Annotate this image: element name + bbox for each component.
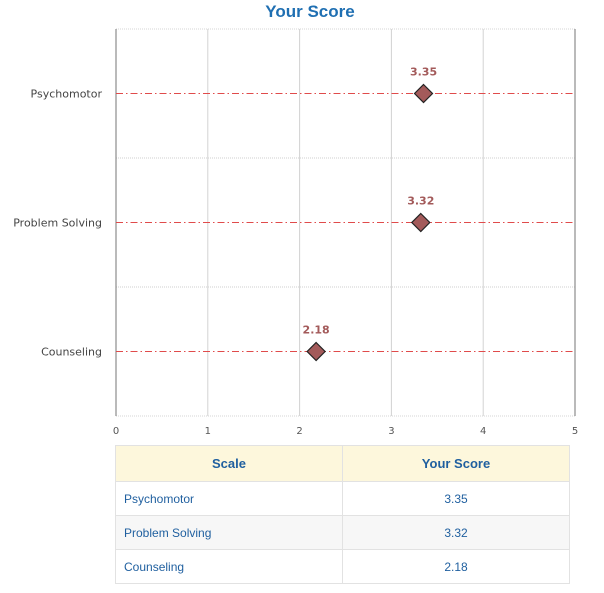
header-scale: Scale <box>115 445 343 482</box>
table-row: Counseling 2.18 <box>115 549 570 584</box>
scale-cell: Psychomotor <box>115 481 343 516</box>
header-your-score: Your Score <box>342 445 570 482</box>
data-label: 3.32 <box>407 195 434 208</box>
table-row: Psychomotor 3.35 <box>115 481 570 516</box>
score-cell: 3.32 <box>342 515 570 550</box>
chart-plot: 0 1 2 3 4 5 Psychomotor 3.35 Problem Solving 3.32… <box>13 28 578 437</box>
x-tick-label: 2 <box>296 426 302 437</box>
x-tick-label: 1 <box>205 426 211 437</box>
y-category-label: Counseling <box>41 346 102 359</box>
x-tick-label: 5 <box>572 426 578 437</box>
scale-cell: Counseling <box>115 549 343 584</box>
table-header-row: Scale Your Score <box>115 445 570 482</box>
y-category-label: Problem Solving <box>13 217 102 230</box>
x-tick-label: 3 <box>388 426 394 437</box>
table-row: Problem Solving 3.32 <box>115 515 570 550</box>
score-cell: 2.18 <box>342 549 570 584</box>
x-tick-label: 4 <box>480 426 486 437</box>
x-tick-label: 0 <box>113 426 119 437</box>
data-label: 2.18 <box>303 324 330 337</box>
score-table: Scale Your Score Psychomotor 3.35 Proble… <box>115 445 570 584</box>
scale-cell: Problem Solving <box>115 515 343 550</box>
data-label: 3.35 <box>410 66 437 79</box>
score-cell: 3.35 <box>342 481 570 516</box>
y-category-label: Psychomotor <box>31 88 103 101</box>
